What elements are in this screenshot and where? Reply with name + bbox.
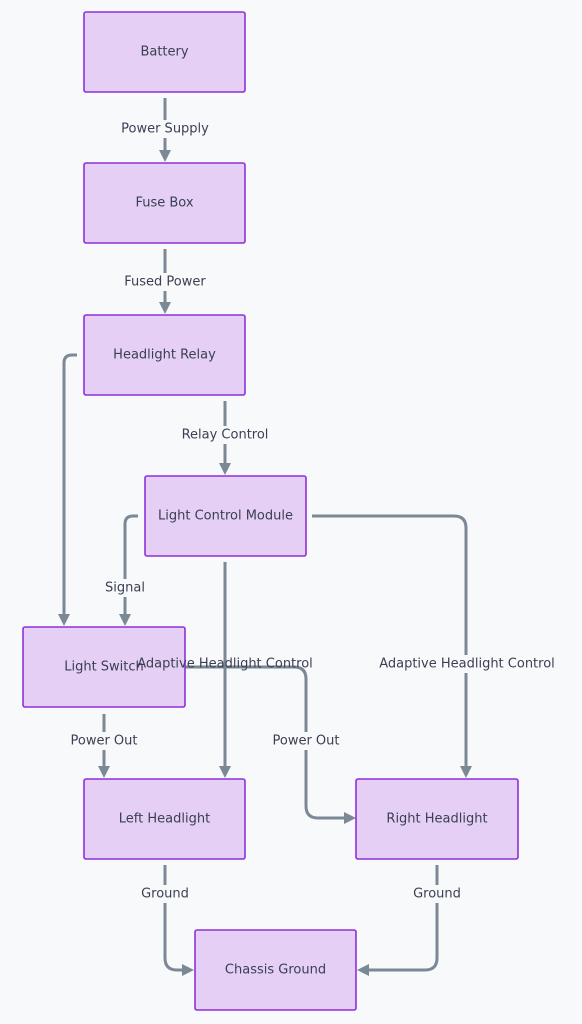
edge-label: Ground: [140, 885, 190, 903]
node-label: Light Switch: [64, 660, 144, 675]
node-fuse-box[interactable]: Fuse Box: [83, 162, 246, 244]
flowchart: Battery Fuse Box Headlight Relay Light Cont…: [22, 11, 568, 1011]
node-chassis-ground[interactable]: Chassis Ground: [194, 929, 357, 1011]
edge-line: [357, 865, 439, 976]
node-label: Battery: [140, 45, 188, 60]
edge-label: Power Out: [269, 732, 343, 750]
node-label: Light Control Module: [158, 509, 293, 524]
edge-label-text: Fused Power: [124, 275, 206, 290]
edge-label-text: Power Out: [272, 734, 339, 749]
edge-label-text: Ground: [413, 887, 461, 902]
edge-label-text: Adaptive Headlight Control: [137, 657, 313, 672]
edge-line: [58, 353, 77, 626]
node-light-control-module[interactable]: Light Control Module: [144, 475, 307, 557]
edge-label: Relay Control: [173, 426, 277, 444]
edge-headlight-relay-to-light-switch: [58, 353, 77, 626]
edge-left-headlight-to-chassis-ground: [163, 865, 194, 976]
edge-label: Signal: [100, 579, 150, 597]
node-label: Chassis Ground: [225, 963, 326, 978]
node-label: Headlight Relay: [113, 348, 216, 363]
edge-label-text: Signal: [105, 581, 145, 596]
node-headlight-relay[interactable]: Headlight Relay: [83, 314, 246, 396]
edge-label: Fused Power: [121, 273, 209, 291]
edge-label-text: Ground: [141, 887, 189, 902]
edge-label: Ground: [412, 885, 462, 903]
edge-label-text: Relay Control: [182, 428, 269, 443]
node-label: Right Headlight: [386, 812, 487, 827]
edge-label: Adaptive Headlight Control: [366, 655, 568, 673]
node-label: Left Headlight: [119, 812, 210, 827]
edge-label: Power Out: [67, 732, 141, 750]
edge-line: [163, 865, 194, 976]
edge-label: Power Supply: [117, 120, 213, 138]
node-left-headlight[interactable]: Left Headlight: [83, 778, 246, 860]
node-battery[interactable]: Battery: [83, 11, 246, 93]
edge-right-headlight-to-chassis-ground: [357, 865, 439, 976]
edge-line: [119, 514, 138, 626]
edge-light-control-module-to-light-switch: [119, 514, 138, 626]
edge-label-text: Power Out: [70, 734, 137, 749]
edge-label: Adaptive Headlight Control: [137, 657, 313, 672]
node-label: Fuse Box: [135, 196, 193, 211]
edge-label-text: Power Supply: [121, 122, 209, 137]
edge-label-text: Adaptive Headlight Control: [379, 657, 555, 672]
node-right-headlight[interactable]: Right Headlight: [355, 778, 519, 860]
